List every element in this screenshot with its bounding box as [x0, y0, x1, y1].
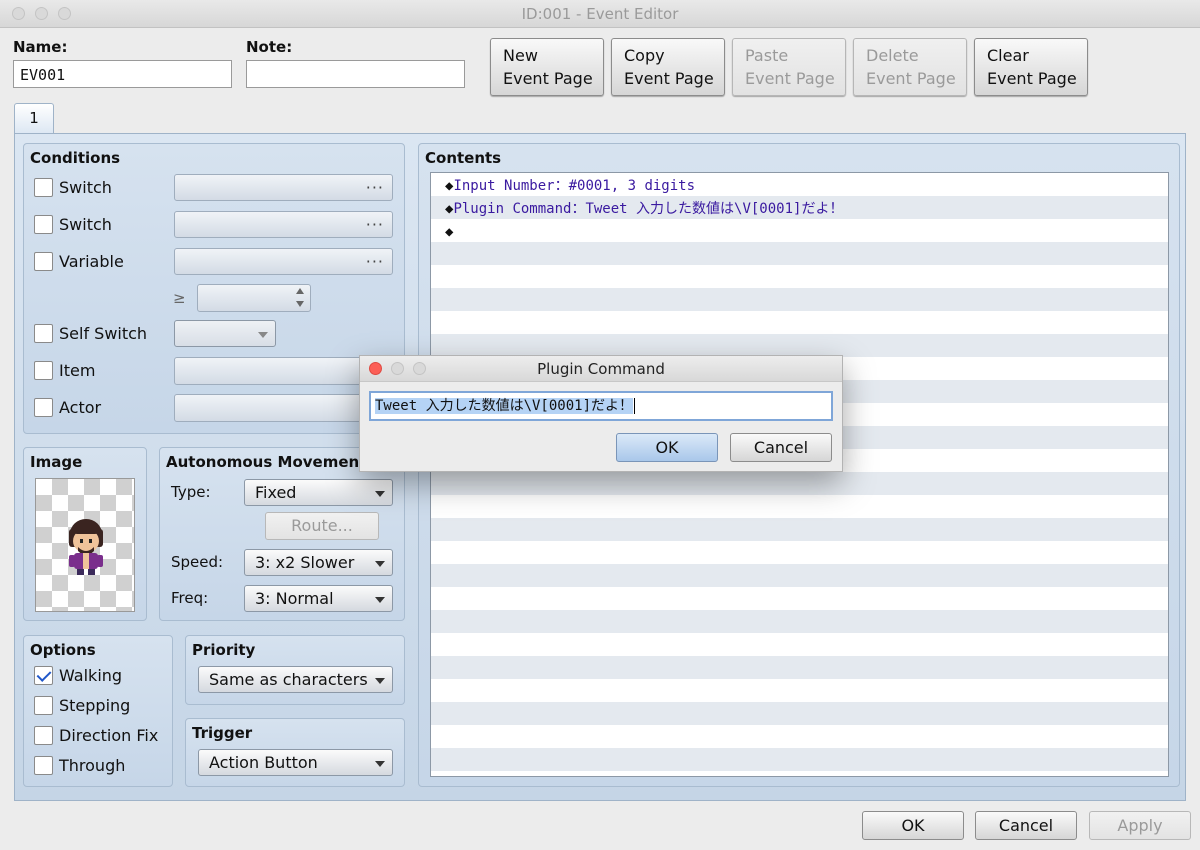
variable-value-stepper[interactable] — [197, 284, 311, 312]
trigger-value: Action Button — [209, 753, 318, 772]
switch1-label: Switch — [59, 178, 112, 197]
priority-title: Priority — [192, 641, 256, 659]
plugin-command-dialog: Plugin Command Tweet 入力した数値は\V[0001]だよ！ … — [359, 355, 843, 472]
title-bar: ID:001 - Event Editor — [0, 0, 1200, 28]
window-title: ID:001 - Event Editor — [521, 5, 679, 23]
plugin-command-value: Tweet 入力した数値は\V[0001]だよ！ — [375, 398, 634, 414]
chevron-down-icon — [375, 561, 385, 567]
compare-symbol: ≥ — [173, 289, 186, 307]
movement-speed-combo[interactable]: 3: x2 Slower — [244, 549, 393, 576]
dialog-zoom-icon[interactable] — [413, 362, 426, 375]
priority-combo[interactable]: Same as characters — [198, 666, 393, 693]
movement-speed-value: 3: x2 Slower — [255, 553, 355, 572]
stepping-label: Stepping — [59, 696, 131, 715]
dialog-title-bar: Plugin Command — [360, 356, 842, 382]
dialog-ok-button[interactable]: OK — [616, 433, 718, 462]
plugin-command-input[interactable]: Tweet 入力した数値は\V[0001]だよ！ — [369, 391, 833, 421]
tab-page-1[interactable]: 1 — [14, 103, 54, 134]
variable-label: Variable — [59, 252, 124, 271]
variable-select[interactable] — [174, 248, 393, 275]
switch2-checkbox[interactable] — [34, 215, 53, 234]
self-switch-label: Self Switch — [59, 324, 148, 343]
dialog-cancel-button[interactable]: Cancel — [730, 433, 832, 462]
apply-button[interactable]: Apply — [1089, 811, 1191, 840]
stepper-down-icon[interactable] — [296, 301, 304, 307]
conditions-title: Conditions — [30, 149, 121, 167]
ok-button[interactable]: OK — [862, 811, 964, 840]
clear-event-page-button[interactable]: Clear Event Page — [974, 38, 1088, 96]
zoom-window-icon[interactable] — [58, 7, 71, 20]
options-title: Options — [30, 641, 96, 659]
movement-freq-label: Freq: — [171, 589, 209, 607]
stepper-up-icon[interactable] — [296, 288, 304, 294]
chevron-down-icon — [375, 491, 385, 497]
movement-speed-label: Speed: — [171, 553, 224, 571]
dialog-minimize-icon[interactable] — [391, 362, 404, 375]
route-button[interactable]: Route... — [265, 512, 379, 540]
switch2-label: Switch — [59, 215, 112, 234]
walking-label: Walking — [59, 666, 123, 685]
item-label: Item — [59, 361, 96, 380]
self-switch-checkbox[interactable] — [34, 324, 53, 343]
list-item[interactable]: ◆Input Number：#0001, 3 digits — [445, 175, 695, 198]
character-sprite-icon — [69, 519, 103, 575]
delete-event-page-button[interactable]: Delete Event Page — [853, 38, 967, 96]
item-checkbox[interactable] — [34, 361, 53, 380]
chevron-down-icon — [375, 678, 385, 684]
switch1-checkbox[interactable] — [34, 178, 53, 197]
priority-value: Same as characters — [209, 670, 368, 689]
chevron-down-icon — [375, 597, 385, 603]
movement-freq-combo[interactable]: 3: Normal — [244, 585, 393, 612]
through-label: Through — [59, 756, 126, 775]
note-input[interactable] — [246, 60, 465, 88]
contents-title: Contents — [425, 149, 502, 167]
name-label: Name: — [13, 38, 68, 56]
close-window-icon[interactable] — [12, 7, 25, 20]
trigger-title: Trigger — [192, 724, 253, 742]
variable-checkbox[interactable] — [34, 252, 53, 271]
chevron-down-icon — [375, 761, 385, 767]
movement-type-combo[interactable]: Fixed — [244, 479, 393, 506]
contents-list[interactable]: ◆Input Number：#0001, 3 digits ◆Plugin Co… — [430, 172, 1169, 777]
through-checkbox[interactable] — [34, 756, 53, 775]
event-image-preview[interactable] — [35, 478, 135, 612]
note-label: Note: — [246, 38, 293, 56]
self-switch-combo[interactable] — [174, 320, 276, 347]
dialog-close-icon[interactable] — [369, 362, 382, 375]
direction-fix-label: Direction Fix — [59, 726, 159, 745]
paste-event-page-button[interactable]: Paste Event Page — [732, 38, 846, 96]
list-item[interactable]: ◆ — [445, 221, 453, 244]
new-event-page-button[interactable]: New Event Page — [490, 38, 604, 96]
direction-fix-checkbox[interactable] — [34, 726, 53, 745]
movement-type-label: Type: — [171, 483, 211, 501]
list-item[interactable]: ◆Plugin Command：Tweet 入力した数値は\V[0001]だよ！ — [445, 198, 843, 221]
switch2-select[interactable] — [174, 211, 393, 238]
cancel-button[interactable]: Cancel — [975, 811, 1077, 840]
movement-type-value: Fixed — [255, 483, 297, 502]
command-text: Input Number：#0001, 3 digits — [453, 178, 696, 194]
minimize-window-icon[interactable] — [35, 7, 48, 20]
diamond-icon: ◆ — [445, 224, 454, 240]
image-title: Image — [30, 453, 83, 471]
switch1-select[interactable] — [174, 174, 393, 201]
chevron-down-icon — [258, 332, 268, 338]
stepping-checkbox[interactable] — [34, 696, 53, 715]
autonomous-movement-title: Autonomous Movement — [166, 453, 367, 471]
walking-checkbox[interactable] — [34, 666, 53, 685]
actor-label: Actor — [59, 398, 102, 417]
movement-freq-value: 3: Normal — [255, 589, 334, 608]
event-editor-window: ID:001 - Event Editor Name: EV001 Note: … — [0, 0, 1200, 850]
copy-event-page-button[interactable]: Copy Event Page — [611, 38, 725, 96]
trigger-combo[interactable]: Action Button — [198, 749, 393, 776]
text-cursor — [634, 398, 636, 414]
command-text: Plugin Command：Tweet 入力した数値は\V[0001]だよ！ — [453, 201, 844, 217]
dialog-title: Plugin Command — [537, 360, 665, 378]
actor-checkbox[interactable] — [34, 398, 53, 417]
name-input[interactable]: EV001 — [13, 60, 232, 88]
